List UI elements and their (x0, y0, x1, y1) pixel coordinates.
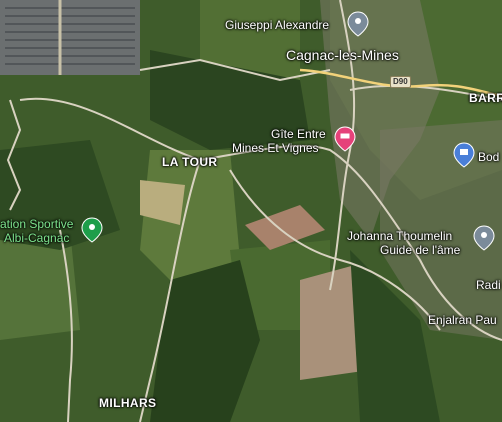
poi-label-radi[interactable]: Radi (476, 278, 501, 292)
poi-label-johanna-line1[interactable]: Johanna Thoumelin (347, 229, 452, 243)
place-label-barr[interactable]: BARR (469, 91, 502, 105)
poi-label-giuseppi[interactable]: Giuseppi Alexandre (225, 18, 329, 32)
road-shield-d90: D90 (390, 76, 411, 88)
place-label-cagnac[interactable]: Cagnac-les-Mines (286, 47, 399, 63)
poi-label-johanna-line2[interactable]: Guide de l'âme (380, 243, 460, 257)
satellite-map[interactable] (0, 0, 502, 422)
poi-label-gite-line2[interactable]: Mines Et Vignes (232, 141, 319, 155)
place-label-milhars[interactable]: MILHARS (99, 396, 156, 410)
poi-label-enjalran[interactable]: Enjalran Pau (428, 313, 497, 327)
poi-label-gite-line1[interactable]: Gîte Entre (271, 127, 326, 141)
poi-label-bod[interactable]: Bod (478, 150, 499, 164)
place-label-la-tour[interactable]: LA TOUR (162, 155, 217, 169)
poi-label-sportive-line2[interactable]: Albi-Cagnac (4, 231, 69, 245)
poi-label-sportive-line1[interactable]: ation Sportive (0, 217, 73, 231)
